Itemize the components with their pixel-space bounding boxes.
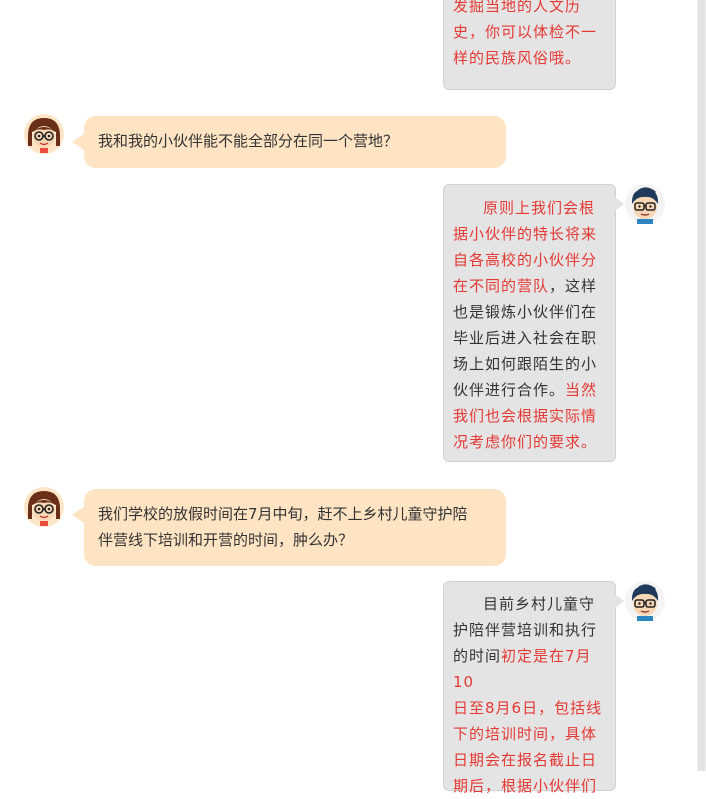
message-line: 日至8月6日，包括线: [453, 699, 603, 717]
message-text: ，这样: [549, 277, 598, 295]
message-line: 在不同的营队，这样: [453, 273, 606, 299]
message-text: 伙伴进行合作。: [453, 381, 566, 399]
boy-avatar-icon[interactable]: [625, 581, 665, 621]
message-line: 自各高校的小伙伴分: [453, 251, 598, 269]
reply-bubble: 发掘当地的人文历 史，你可以体检不一 样的民族风俗哦。: [443, 0, 616, 90]
user-bubble: 我和我的小伙伴能不能全部分在同一个营地？: [72, 116, 506, 168]
message-text: 的时间: [453, 647, 502, 665]
message-line: 场上如何跟陌生的小: [453, 355, 598, 373]
message-line: 也是锻炼小伙伴们在: [453, 303, 598, 321]
message-line: 毕业后进入社会在职: [453, 329, 598, 347]
message-line: 目前乡村儿童守: [483, 595, 596, 613]
message-line: 原则上我们会根: [483, 199, 596, 217]
message-line: 况考虑你们的要求。: [453, 433, 598, 451]
message-line: 下的培训时间，具体: [453, 725, 598, 743]
message-line: 伙伴进行合作。当然: [453, 377, 606, 403]
message-line: 护陪伴营培训和执行: [453, 621, 598, 639]
reply-bubble: 目前乡村儿童守 护陪伴营培训和执行 的时间初定是在7月10 日至8月6日，包括线…: [443, 581, 624, 795]
message-line: 我们学校的放假时间在7月中旬，赶不上乡村儿童守护陪: [98, 505, 468, 523]
scrollbar-thumb[interactable]: [698, 0, 705, 771]
highlight-text: 当然: [565, 381, 598, 399]
message-line: 期后，根据小伙伴们: [453, 777, 598, 795]
message-line: 据小伙伴的特长将来: [453, 225, 598, 243]
reply-bubble: 原则上我们会根 据小伙伴的特长将来 自各高校的小伙伴分 在不同的营队，这样 也是…: [443, 184, 624, 462]
boy-avatar-icon[interactable]: [625, 184, 665, 224]
message-line: 的时间初定是在7月10: [453, 643, 606, 695]
message-line: 伴营线下培训和开营的时间，肿么办？: [98, 531, 354, 549]
user-bubble: 我们学校的放假时间在7月中旬，赶不上乡村儿童守护陪 伴营线下培训和开营的时间，肿…: [72, 489, 506, 566]
highlight-text: 在不同的营队: [453, 277, 550, 295]
girl-avatar-icon[interactable]: [24, 487, 64, 527]
message-line: 样的民族风俗哦。: [453, 49, 582, 67]
message-line: 我们也会根据实际情: [453, 407, 598, 425]
message-line: 史，你可以体检不一: [453, 23, 598, 41]
girl-avatar-icon[interactable]: [24, 114, 64, 154]
scrollbar[interactable]: [697, 0, 706, 771]
message-text: 我和我的小伙伴能不能全部分在同一个营地？: [98, 132, 399, 150]
message-line: 发掘当地的人文历: [453, 0, 582, 15]
message-line: 日期会在报名截止日: [453, 751, 598, 769]
